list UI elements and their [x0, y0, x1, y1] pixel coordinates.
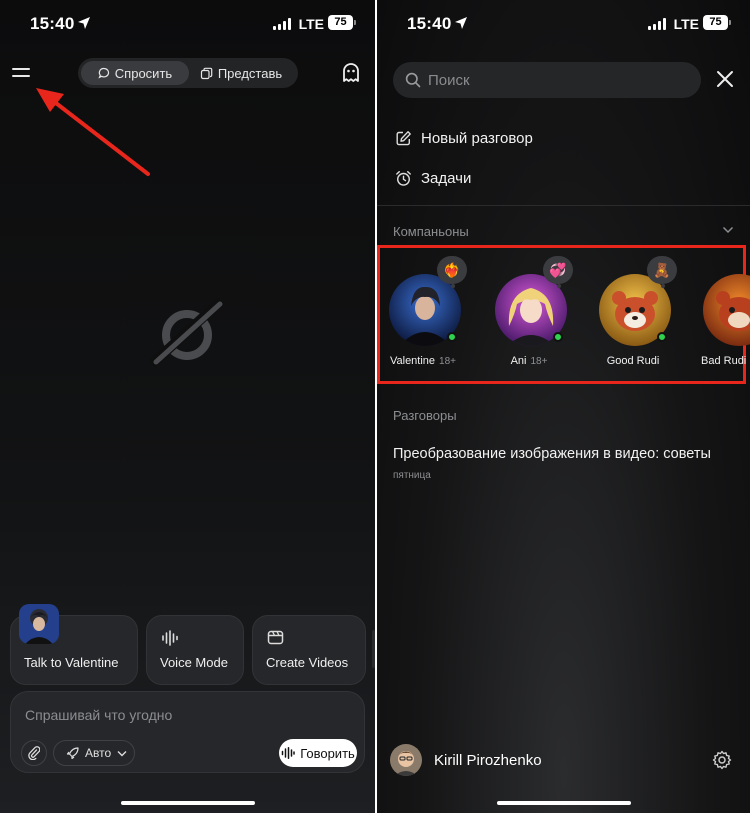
signal-icon — [273, 17, 291, 30]
companion-name-row: Bad Rudi — [701, 355, 750, 367]
companion-name-row: Good Rudi — [593, 355, 673, 367]
chevron-down-icon[interactable] — [722, 225, 734, 235]
alarm-clock-icon — [396, 170, 411, 186]
new-conversation-label: Новый разговор — [421, 129, 533, 147]
companion-badge: 💞 — [543, 256, 573, 288]
chevron-down-icon — [117, 750, 127, 756]
waveform-icon — [281, 747, 295, 759]
edit-icon — [396, 130, 411, 145]
next-chip-edge[interactable] — [372, 630, 375, 668]
talk-to-valentine-label: Talk to Valentine — [24, 655, 119, 670]
home-indicator[interactable] — [496, 801, 631, 805]
companion-name: Bad Rudi — [701, 355, 747, 367]
companion-badge: ❤️‍🔥 — [437, 256, 467, 288]
signal-icon — [648, 17, 666, 30]
status-time: 15:40 — [30, 14, 75, 33]
conversation-item-title[interactable]: Преобразование изображения в видео: сове… — [393, 446, 711, 462]
tasks-item[interactable]: Задачи — [395, 166, 471, 190]
user-name: Kirill Pirozhenko — [434, 751, 542, 769]
composer: Спрашивай что угодно Авто Говорить — [10, 691, 365, 773]
companion-good-rudi[interactable]: 🧸 Good Rudi — [593, 256, 677, 374]
conversations-section-title: Разговоры — [393, 408, 457, 423]
speak-button-label: Говорить — [300, 745, 355, 761]
avatar — [390, 744, 422, 776]
user-profile[interactable]: Kirill Pirozhenko — [390, 744, 542, 776]
status-bar: 15:40 LTE 75 — [0, 0, 375, 50]
new-conversation-item[interactable]: Новый разговор — [395, 126, 533, 150]
conversation-item-date: пятница — [393, 470, 431, 481]
ghost-icon[interactable] — [341, 62, 361, 84]
create-videos-label: Create Videos — [266, 655, 349, 670]
speak-button[interactable]: Говорить — [279, 739, 357, 767]
stacked-images-icon — [200, 67, 213, 79]
grok-logo-icon — [150, 298, 225, 368]
gear-icon[interactable] — [712, 750, 732, 770]
network-type: LTE — [673, 16, 699, 32]
rocket-icon — [66, 746, 79, 759]
status-time: 15:40 — [407, 14, 452, 33]
companion-name: Ani — [510, 355, 527, 367]
waveform-icon — [162, 630, 178, 646]
companion-avatar — [703, 274, 750, 346]
tasks-label: Задачи — [421, 169, 472, 187]
companion-name-row: Ani 18+ — [489, 355, 569, 367]
age-rating: 18+ — [530, 356, 548, 367]
model-selector-label: Авто — [85, 746, 112, 760]
companion-name: Good Rudi — [606, 355, 660, 367]
status-bar: 15:40 LTE 75 — [377, 0, 750, 50]
right-screen: 15:40 LTE 75 Поиск Новый разговор Задачи… — [377, 0, 750, 813]
battery-icon: 75 — [328, 15, 356, 30]
companion-bad-rudi[interactable]: Bad Rudi — [697, 274, 750, 374]
online-indicator — [447, 332, 457, 342]
paperclip-icon — [28, 746, 40, 760]
prompt-input[interactable]: Спрашивай что угодно — [25, 707, 172, 723]
companions-section-title: Компаньоны — [393, 224, 469, 239]
battery-icon: 75 — [703, 15, 731, 30]
location-arrow-icon — [455, 17, 467, 29]
home-indicator[interactable] — [120, 801, 255, 805]
tab-imagine[interactable]: Представь — [189, 61, 293, 85]
menu-button[interactable] — [12, 66, 32, 80]
search-icon — [405, 72, 421, 88]
divider — [377, 205, 750, 206]
companion-valentine[interactable]: ❤️‍🔥 Valentine 18+ — [383, 256, 467, 374]
chat-bubble-icon — [98, 67, 109, 79]
companion-name: Valentine — [389, 355, 436, 367]
companion-badge: 🧸 — [647, 256, 677, 288]
online-indicator — [657, 332, 667, 342]
attach-button[interactable] — [21, 740, 47, 766]
location-arrow-icon — [78, 17, 90, 29]
online-indicator — [553, 332, 563, 342]
companion-ani[interactable]: 💞 Ani 18+ — [489, 256, 573, 374]
left-screen: 15:40 LTE 75 Спросить Представь Talk to … — [0, 0, 375, 813]
search-input[interactable]: Поиск — [428, 72, 470, 89]
network-type: LTE — [298, 16, 324, 32]
annotation-arrow — [36, 88, 150, 176]
valentine-avatar — [19, 604, 59, 644]
suggestion-chips: Talk to Valentine Voice Mode Create Vide… — [10, 604, 366, 685]
age-rating: 18+ — [439, 356, 457, 367]
clapperboard-icon — [267, 630, 284, 645]
tab-imagine-label: Представь — [217, 65, 283, 81]
talk-to-valentine-chip[interactable]: Talk to Valentine — [10, 604, 138, 685]
voice-mode-chip[interactable]: Voice Mode — [146, 615, 244, 685]
search-field[interactable]: Поиск — [393, 62, 701, 98]
companion-name-row: Valentine 18+ — [383, 355, 463, 367]
close-icon[interactable] — [716, 70, 734, 88]
model-selector[interactable]: Авто — [53, 740, 135, 766]
create-videos-chip[interactable]: Create Videos — [252, 615, 366, 685]
voice-mode-label: Voice Mode — [160, 655, 228, 670]
tab-ask-label: Спросить — [114, 65, 173, 81]
